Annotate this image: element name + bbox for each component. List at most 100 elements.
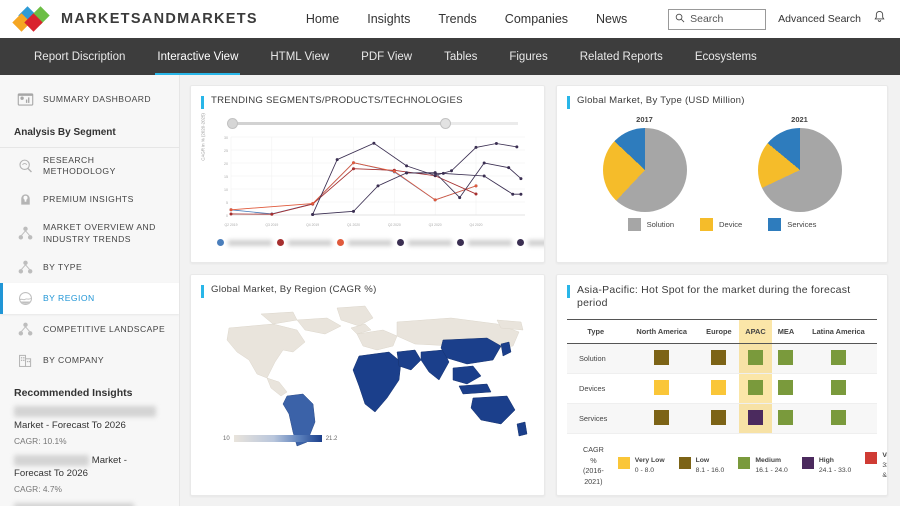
- top-header: MARKETSANDMARKETS Home Insights Trends C…: [0, 0, 900, 38]
- pie-legend: Solution Device Services: [567, 218, 877, 231]
- globe-icon: [17, 290, 34, 307]
- main-navigation: Home Insights Trends Companies News: [306, 12, 627, 26]
- sidebar: SUMMARY DASHBOARD Analysis By Segment RE…: [0, 75, 180, 506]
- nav-item-insights[interactable]: Insights: [367, 12, 410, 26]
- svg-text:Q1 2020: Q1 2020: [347, 223, 360, 227]
- pie-year-label: 2021: [758, 115, 842, 124]
- advanced-search-link[interactable]: Advanced Search: [778, 13, 861, 25]
- sidebar-item-summary-dashboard[interactable]: SUMMARY DASHBOARD: [0, 83, 179, 118]
- search-placeholder: Search: [690, 13, 723, 25]
- legend-swatch: [517, 239, 524, 246]
- cell-latina-america: [800, 344, 877, 374]
- line-chart-svg: 051015202530Q2 2019Q3 2019Q4 2019Q1 2020…: [201, 131, 531, 231]
- svg-text:25: 25: [224, 149, 228, 153]
- recommended-insight-item[interactable]: Asset Performance Management Market - Fo…: [0, 405, 179, 454]
- search-icon: [675, 10, 685, 28]
- legend-label-redacted: xxxx: [468, 240, 512, 246]
- network-icon: [17, 321, 34, 338]
- row-type-label: Solution: [567, 344, 625, 374]
- tab-html-view[interactable]: HTML View: [254, 38, 345, 75]
- recommended-insight-item[interactable]: Remote Asset Management Market - Forecas…: [0, 502, 179, 506]
- legend-swatch: [217, 239, 224, 246]
- cell-north-america: [625, 404, 699, 434]
- tab-figures[interactable]: Figures: [493, 38, 563, 75]
- legend-label-redacted: xxxx: [288, 240, 332, 246]
- map-legend-max: 21.2: [326, 436, 338, 442]
- col-mea: MEA: [772, 320, 800, 344]
- legend-item: xxxx: [217, 239, 272, 246]
- legend-item: Medium16.1 - 24.0: [738, 456, 788, 476]
- bell-icon[interactable]: [873, 10, 886, 29]
- tab-report-discription[interactable]: Report Discription: [18, 38, 141, 75]
- svg-text:Q2 2019: Q2 2019: [224, 223, 237, 227]
- table-row: Solution: [567, 344, 877, 374]
- sidebar-item-by-region[interactable]: BY REGION: [0, 283, 179, 314]
- legend-swatch: [738, 457, 750, 469]
- col-europe: Europe: [699, 320, 739, 344]
- svg-text:0: 0: [226, 214, 228, 218]
- svg-text:Q3 2020: Q3 2020: [429, 223, 442, 227]
- tab-ecosystems[interactable]: Ecosystems: [679, 38, 773, 75]
- panel-title: TRENDING SEGMENTS/PRODUCTS/TECHNOLOGIES: [201, 95, 534, 109]
- map-legend: 10 21.2: [223, 435, 337, 442]
- row-type-label: Devices: [567, 374, 625, 404]
- slider-handle-right[interactable]: [440, 118, 451, 129]
- magnifier-brain-icon: [17, 158, 34, 175]
- tab-interactive-view[interactable]: Interactive View: [141, 38, 254, 75]
- legend-swatch: [802, 457, 814, 469]
- nav-item-companies[interactable]: Companies: [505, 12, 568, 26]
- cell-mea: [772, 404, 800, 434]
- legend-item: xxxx: [457, 239, 512, 246]
- y-axis-label: CAGR in % (2020-2025): [201, 113, 206, 161]
- sidebar-item-label: BY TYPE: [43, 262, 82, 273]
- legend-label: Very Low0 - 8.0: [635, 456, 665, 476]
- head-bulb-icon: [17, 191, 34, 208]
- recommended-insight-item[interactable]: Smart Gas Meter Market - Forecast To 202…: [0, 454, 179, 503]
- legend-swatch: [397, 239, 404, 246]
- panel-title: Global Market, By Type (USD Million): [567, 95, 877, 109]
- recommended-insight-title: Asset Performance Management Market - Fo…: [14, 405, 165, 433]
- sidebar-item-by-type[interactable]: BY TYPE: [0, 252, 179, 283]
- cell-apac: [739, 374, 772, 404]
- sidebar-item-label: RESEARCH METHODOLOGY: [43, 155, 169, 177]
- sidebar-item-market-overview[interactable]: MARKET OVERVIEW AND INDUSTRY TRENDS: [0, 215, 179, 251]
- table-row: Devices: [567, 374, 877, 404]
- tab-tables[interactable]: Tables: [428, 38, 493, 75]
- time-range-slider[interactable]: [229, 118, 518, 129]
- recommended-insight-cagr: CAGR: 10.1%: [14, 436, 165, 446]
- sidebar-item-label: BY REGION: [43, 293, 95, 304]
- cell-latina-america: [800, 404, 877, 434]
- tab-pdf-view[interactable]: PDF View: [345, 38, 428, 75]
- legend-title-line2: (2016-2021): [583, 466, 604, 487]
- brand-logo[interactable]: MARKETSANDMARKETS: [14, 8, 258, 30]
- panel-global-market-by-region: Global Market, By Region (CAGR %): [190, 274, 545, 496]
- legend-label-redacted: xxxx: [228, 240, 272, 246]
- sidebar-item-competitive-landscape[interactable]: COMPETITIVE LANDSCAPE: [0, 314, 179, 345]
- page-body: SUMMARY DASHBOARD Analysis By Segment RE…: [0, 75, 900, 506]
- slider-handle-left[interactable]: [227, 118, 238, 129]
- cell-apac: [739, 404, 772, 434]
- sidebar-item-label: PREMIUM INSIGHTS: [43, 194, 134, 205]
- tab-related-reports[interactable]: Related Reports: [564, 38, 679, 75]
- legend-label-redacted: xxxx: [348, 240, 392, 246]
- row-type-label: Services: [567, 404, 625, 434]
- title-accent-bar: [567, 285, 570, 298]
- search-input[interactable]: Search: [668, 9, 766, 30]
- nav-item-home[interactable]: Home: [306, 12, 339, 26]
- panel-title: Asia-Pacific: Hot Spot for the market du…: [567, 284, 877, 310]
- table-header-row: Type North America Europe APAC MEA Latin…: [567, 320, 877, 344]
- map-legend-gradient: [234, 435, 322, 442]
- sidebar-item-premium-insights[interactable]: PREMIUM INSIGHTS: [0, 184, 179, 215]
- legend-swatch: [618, 457, 630, 469]
- redacted-text: Asset Performance Management: [14, 406, 156, 417]
- nav-item-news[interactable]: News: [596, 12, 627, 26]
- legend-swatch: [865, 452, 877, 464]
- pie-2021-graphic: [758, 128, 842, 212]
- legend-swatch: [679, 457, 691, 469]
- sidebar-item-research-methodology[interactable]: RESEARCH METHODOLOGY: [0, 148, 179, 184]
- legend-label: Device: [719, 220, 742, 229]
- nav-item-trends[interactable]: Trends: [438, 12, 476, 26]
- legend-item: Services: [768, 218, 816, 231]
- sidebar-item-by-company[interactable]: BY COMPANY: [0, 345, 179, 376]
- legend-item: xxxx: [337, 239, 392, 246]
